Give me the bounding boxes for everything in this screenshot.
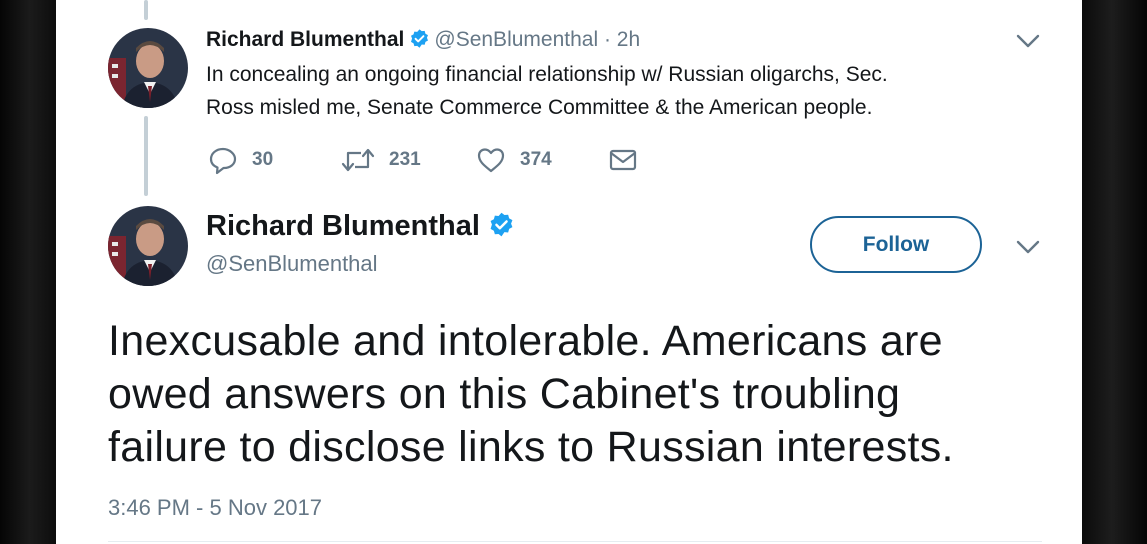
reply-icon [208,145,252,175]
like-button[interactable]: 374 [476,144,552,176]
follow-button[interactable]: Follow [810,216,982,273]
author-handle[interactable]: @SenBlumenthal [434,28,598,51]
previous-tweet-header: Richard Blumenthal @SenBlumenthal · 2h [206,27,640,56]
screen-bezel-right [1082,0,1147,544]
reply-count: 30 [252,149,274,170]
verified-badge-icon [488,211,515,247]
tweet-text-line: owed answers on this Cabinet's troubling [108,370,901,418]
retweet-count: 231 [389,149,421,170]
tweet-text-line: failure to disclose links to Russian int… [108,423,954,471]
direct-message-button[interactable] [609,144,651,176]
avatar[interactable] [108,206,188,286]
tweet-text-line: Inexcusable and intolerable. Americans a… [108,317,943,365]
main-author-handle[interactable]: @SenBlumenthal [206,250,378,278]
author-name[interactable]: Richard Blumenthal [206,28,404,51]
retweet-button[interactable]: 231 [341,144,421,176]
like-count: 374 [520,149,552,170]
chevron-down-icon[interactable] [1015,239,1041,255]
verified-badge-icon [409,28,430,56]
thread-line-top [144,0,148,20]
tweet-card: Richard Blumenthal @SenBlumenthal · 2h In… [56,0,1082,544]
tweet-timestamp[interactable]: 3:46 PM - 5 Nov 2017 [108,494,322,522]
direct-message-icon [609,147,651,173]
reply-button[interactable]: 30 [208,144,273,176]
tweet-text-line: Ross misled me, Senate Commerce Committe… [206,96,873,119]
chevron-down-icon[interactable] [1015,33,1041,49]
thread-line-middle [144,116,148,196]
previous-tweet-text: In concealing an ongoing financial relat… [206,58,1016,124]
main-author-name[interactable]: Richard Blumenthal [206,208,515,247]
retweet-icon [341,145,389,175]
main-tweet-text: Inexcusable and intolerable. Americans a… [108,315,1038,474]
divider [108,541,1042,542]
avatar[interactable] [108,28,188,108]
author-name: Richard Blumenthal [206,210,480,242]
tweet-time[interactable]: · 2h [604,28,640,51]
tweet-text-line: In concealing an ongoing financial relat… [206,63,888,86]
like-icon [476,145,520,175]
screen-bezel-left [0,0,56,544]
